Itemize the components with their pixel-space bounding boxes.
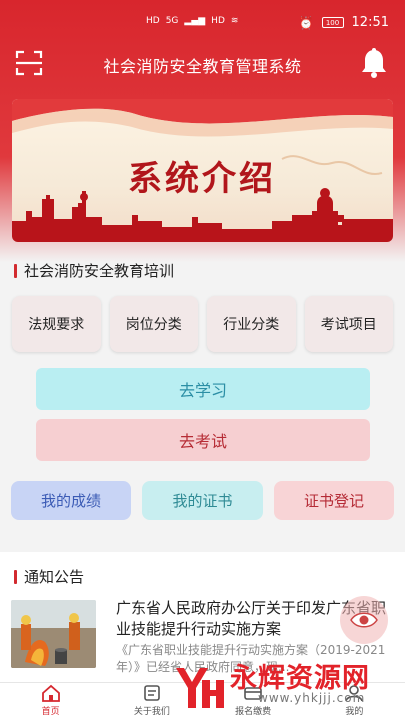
- go-learn-button[interactable]: 去学习: [36, 368, 370, 410]
- scan-icon[interactable]: [15, 50, 43, 76]
- go-exam-button[interactable]: 去考试: [36, 419, 370, 461]
- about-icon: [144, 685, 160, 701]
- tab-profile[interactable]: 我的: [304, 683, 405, 720]
- status-bar: HD 5G ▂▄▆ HD ≋ ⏰ 100 12:51: [0, 0, 405, 40]
- certificate-register-button[interactable]: 证书登记: [274, 481, 394, 520]
- intro-banner[interactable]: 系统介绍: [12, 99, 393, 242]
- profile-icon: [345, 685, 364, 702]
- notice-section-label: 通知公告: [24, 568, 85, 586]
- category-exam-items[interactable]: 考试项目: [304, 296, 393, 352]
- tab-payment-label: 报名缴费: [235, 707, 272, 717]
- header-background: HD 5G ▂▄▆ HD ≋ ⏰ 100 12:51 社会消防安全教育管理系统: [0, 0, 405, 262]
- my-score-button[interactable]: 我的成绩: [11, 481, 131, 520]
- home-icon: [41, 684, 60, 702]
- status-right: ⏰ 100 12:51: [299, 15, 389, 30]
- wifi-icon: ≋: [230, 16, 239, 26]
- status-time: 12:51: [351, 15, 389, 30]
- training-section-header: 社会消防安全教育培训: [14, 260, 174, 281]
- section-accent-bar: [14, 263, 17, 278]
- indicator-3: HD: [211, 16, 225, 26]
- floating-eye-button[interactable]: [340, 596, 388, 644]
- indicator-2: 5G: [165, 16, 179, 26]
- indicator-1: HD: [146, 16, 160, 26]
- tab-about[interactable]: 关于我们: [101, 683, 202, 720]
- network-indicators: HD 5G ▂▄▆ HD ≋: [146, 16, 238, 26]
- notice-description: 《广东省职业技能提升行动实施方案（2019-2021年）》已经省人民政府同意，现…: [116, 643, 386, 674]
- tab-payment[interactable]: 报名缴费: [203, 683, 304, 720]
- eye-icon: [350, 612, 378, 628]
- alarm-icon: ⏰: [298, 15, 314, 30]
- app-screen: HD 5G ▂▄▆ HD ≋ ⏰ 100 12:51 社会消防安全教育管理系统: [0, 0, 405, 720]
- banner-title: 系统介绍: [128, 159, 276, 199]
- tab-home-label: 首页: [41, 707, 60, 717]
- app-title: 社会消防安全教育管理系统: [103, 57, 302, 76]
- payment-icon: [244, 687, 262, 700]
- signal-icon: ▂▄▆: [184, 16, 206, 26]
- category-industries[interactable]: 行业分类: [207, 296, 296, 352]
- battery-icon: 100: [321, 17, 344, 28]
- firefighter-image: [11, 600, 96, 668]
- section-accent-bar: [14, 569, 17, 584]
- notice-thumbnail[interactable]: [11, 600, 96, 668]
- tab-profile-label: 我的: [345, 707, 364, 717]
- tab-home[interactable]: 首页: [0, 683, 101, 720]
- tab-about-label: 关于我们: [133, 707, 170, 717]
- category-positions[interactable]: 岗位分类: [109, 296, 198, 352]
- category-regulations[interactable]: 法规要求: [12, 296, 101, 352]
- notice-section-header: 通知公告: [14, 566, 84, 587]
- category-grid: 法规要求 岗位分类 行业分类 考试项目: [12, 296, 393, 352]
- bottom-tab-bar: 首页 关于我们 报名缴费 我的: [0, 682, 405, 720]
- bell-icon[interactable]: [359, 47, 389, 79]
- training-section-label: 社会消防安全教育培训: [24, 262, 175, 280]
- my-certificate-button[interactable]: 我的证书: [142, 481, 263, 520]
- title-bar: 社会消防安全教育管理系统: [0, 42, 405, 86]
